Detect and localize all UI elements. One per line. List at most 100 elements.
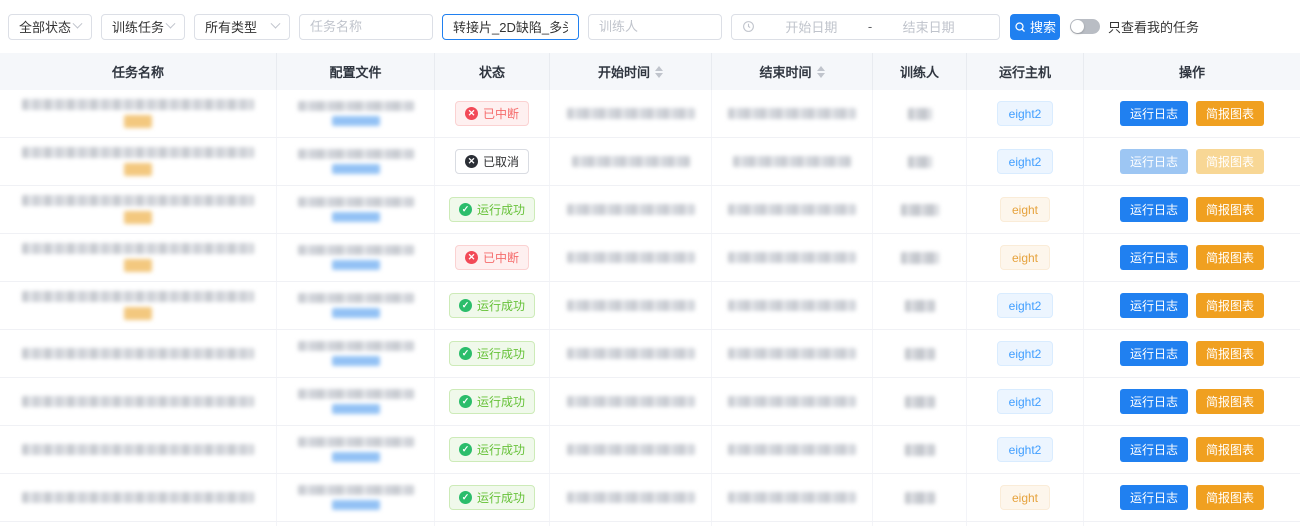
my-tasks-toggle-label: 只查看我的任务 — [1108, 17, 1199, 36]
status-icon: ✓ — [459, 347, 472, 360]
config-link-redacted[interactable] — [332, 500, 380, 510]
start-time-cell — [550, 426, 712, 473]
report-chart-button[interactable]: 简报图表 — [1196, 101, 1264, 126]
status-icon: ✕ — [465, 107, 478, 120]
end-time-cell — [712, 474, 873, 521]
config-link-redacted[interactable] — [332, 404, 380, 414]
actions-cell: 运行日志 简报图表 — [1084, 474, 1300, 521]
trainer-cell — [873, 282, 967, 329]
end-time-redacted — [733, 156, 851, 167]
actions-cell: 运行日志 简报图表 — [1084, 90, 1300, 137]
config-link-redacted[interactable] — [332, 212, 380, 222]
report-chart-button[interactable]: 简报图表 — [1196, 437, 1264, 462]
run-log-button[interactable]: 运行日志 — [1120, 101, 1188, 126]
status-label: 运行成功 — [477, 441, 525, 458]
status-cell: ✕ 已取消 — [435, 138, 550, 185]
task-name-cell — [0, 138, 277, 185]
report-chart-button[interactable]: 简报图表 — [1196, 485, 1264, 510]
clock-icon — [742, 20, 755, 33]
start-date-placeholder: 开始日期 — [785, 17, 837, 36]
task-type-select-value: 训练任务 — [112, 17, 164, 36]
task-name-input[interactable] — [299, 14, 433, 40]
chevron-down-icon — [166, 19, 176, 29]
run-log-button[interactable]: 运行日志 — [1120, 149, 1188, 174]
status-icon: ✓ — [459, 395, 472, 408]
table-row: ✓ 运行成功 eight2 运行日志 简报图表 — [0, 378, 1300, 426]
date-range-picker[interactable]: 开始日期 - 结束日期 — [731, 14, 1000, 40]
host-cell: eight2 — [967, 378, 1084, 425]
status-label: 已中断 — [483, 105, 519, 122]
run-log-button[interactable]: 运行日志 — [1120, 437, 1188, 462]
report-chart-button[interactable]: 简报图表 — [1196, 149, 1264, 174]
task-name-cell — [0, 330, 277, 377]
status-select[interactable]: 全部状态 — [8, 14, 92, 40]
end-time-redacted — [728, 396, 856, 407]
end-time-cell — [712, 378, 873, 425]
category-select-value: 所有类型 — [205, 17, 257, 36]
trainer-redacted — [901, 252, 939, 264]
config-link-redacted[interactable] — [332, 452, 380, 462]
search-icon — [1014, 21, 1026, 33]
table-row: ✕ 已中断 eight 运行日志 简报图表 — [0, 234, 1300, 282]
table-row: ✓ 运行成功 eight 运行日志 简报图表 — [0, 474, 1300, 522]
trainer-input[interactable] — [588, 14, 722, 40]
report-chart-button[interactable]: 简报图表 — [1196, 245, 1264, 270]
sort-icon[interactable] — [817, 66, 825, 78]
task-name-redacted — [22, 291, 254, 302]
report-chart-button[interactable]: 简报图表 — [1196, 197, 1264, 222]
task-tag-redacted — [124, 115, 152, 128]
report-chart-button[interactable]: 简报图表 — [1196, 293, 1264, 318]
model-search-input[interactable] — [442, 14, 579, 40]
table-row-partial — [0, 522, 1300, 526]
search-button[interactable]: 搜索 — [1010, 14, 1060, 40]
config-link-redacted[interactable] — [332, 308, 380, 318]
config-link-redacted[interactable] — [332, 116, 380, 126]
status-badge: ✓ 运行成功 — [449, 437, 535, 462]
run-log-button[interactable]: 运行日志 — [1120, 245, 1188, 270]
task-name-redacted — [22, 195, 254, 206]
host-badge: eight2 — [997, 389, 1054, 414]
column-header-end-time[interactable]: 结束时间 — [712, 53, 873, 90]
config-file-cell — [277, 330, 435, 377]
start-time-redacted — [567, 396, 695, 407]
end-time-redacted — [728, 108, 856, 119]
report-chart-button[interactable]: 简报图表 — [1196, 389, 1264, 414]
host-cell: eight2 — [967, 90, 1084, 137]
trainer-cell — [873, 90, 967, 137]
config-file-redacted — [298, 197, 414, 207]
status-label: 运行成功 — [477, 393, 525, 410]
my-tasks-toggle[interactable] — [1070, 19, 1100, 34]
run-log-button[interactable]: 运行日志 — [1120, 293, 1188, 318]
column-header-start-time[interactable]: 开始时间 — [550, 53, 712, 90]
config-link-redacted[interactable] — [332, 356, 380, 366]
host-cell: eight — [967, 474, 1084, 521]
start-time-cell — [550, 186, 712, 233]
run-log-button[interactable]: 运行日志 — [1120, 341, 1188, 366]
run-log-button[interactable]: 运行日志 — [1120, 389, 1188, 414]
task-type-select[interactable]: 训练任务 — [101, 14, 185, 40]
actions-cell: 运行日志 简报图表 — [1084, 138, 1300, 185]
status-cell: ✓ 运行成功 — [435, 186, 550, 233]
host-badge: eight2 — [997, 149, 1054, 174]
end-time-cell — [712, 90, 873, 137]
task-name-cell — [0, 234, 277, 281]
host-cell: eight — [967, 186, 1084, 233]
column-header-host: 运行主机 — [967, 53, 1084, 90]
actions-cell: 运行日志 简报图表 — [1084, 234, 1300, 281]
trainer-cell — [873, 378, 967, 425]
sort-icon[interactable] — [655, 66, 663, 78]
column-header-config-file: 配置文件 — [277, 53, 435, 90]
config-link-redacted[interactable] — [332, 260, 380, 270]
end-time-cell — [712, 234, 873, 281]
run-log-button[interactable]: 运行日志 — [1120, 197, 1188, 222]
host-badge: eight2 — [997, 341, 1054, 366]
report-chart-button[interactable]: 简报图表 — [1196, 341, 1264, 366]
table-body: ✕ 已中断 eight2 运行日志 简报图表 — [0, 90, 1300, 522]
status-icon: ✓ — [459, 491, 472, 504]
config-link-redacted[interactable] — [332, 164, 380, 174]
category-select[interactable]: 所有类型 — [194, 14, 290, 40]
run-log-button[interactable]: 运行日志 — [1120, 485, 1188, 510]
config-file-cell — [277, 234, 435, 281]
task-name-redacted — [22, 147, 254, 158]
start-time-cell — [550, 474, 712, 521]
